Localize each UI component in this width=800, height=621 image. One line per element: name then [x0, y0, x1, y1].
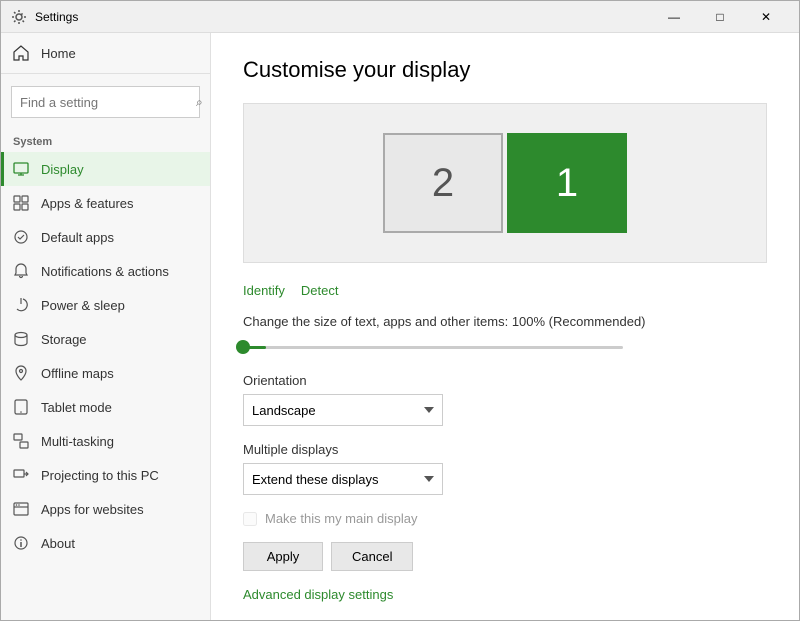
main-display-checkbox[interactable]: [243, 512, 257, 526]
multiple-displays-label: Multiple displays: [243, 442, 767, 457]
apply-button[interactable]: Apply: [243, 542, 323, 571]
content-area: Home ⌕ System Display: [1, 33, 799, 620]
sidebar-power-label: Power & sleep: [41, 298, 125, 313]
orientation-select[interactable]: Landscape Portrait Landscape (flipped) P…: [243, 394, 443, 426]
search-box[interactable]: ⌕: [11, 86, 200, 118]
sidebar-multitasking-label: Multi-tasking: [41, 434, 114, 449]
home-label: Home: [41, 46, 76, 61]
sidebar-projecting-label: Projecting to this PC: [41, 468, 159, 483]
display-icon: [13, 161, 29, 177]
orientation-setting: Orientation Landscape Portrait Landscape…: [243, 373, 767, 426]
orientation-label: Orientation: [243, 373, 767, 388]
offline-maps-icon: [13, 365, 29, 381]
sidebar-item-default-apps[interactable]: Default apps: [1, 220, 210, 254]
scale-label: Change the size of text, apps and other …: [243, 314, 767, 329]
maximize-button[interactable]: □: [697, 1, 743, 33]
sidebar-item-tablet-mode[interactable]: Tablet mode: [1, 390, 210, 424]
sidebar-item-power-sleep[interactable]: Power & sleep: [1, 288, 210, 322]
sidebar-storage-label: Storage: [41, 332, 87, 347]
sidebar-item-about[interactable]: About: [1, 526, 210, 560]
tablet-mode-icon: [13, 399, 29, 415]
sidebar-item-offline-maps[interactable]: Offline maps: [1, 356, 210, 390]
sidebar-apps-features-label: Apps & features: [41, 196, 134, 211]
sidebar-item-projecting[interactable]: Projecting to this PC: [1, 458, 210, 492]
sidebar-about-label: About: [41, 536, 75, 551]
sidebar-item-apps-websites[interactable]: Apps for websites: [1, 492, 210, 526]
minimize-button[interactable]: —: [651, 1, 697, 33]
page-title: Customise your display: [243, 57, 767, 83]
notifications-icon: [13, 263, 29, 279]
home-icon: [13, 45, 29, 61]
sidebar-display-label: Display: [41, 162, 84, 177]
storage-icon: [13, 331, 29, 347]
default-apps-icon: [13, 229, 29, 245]
main-display-row: Make this my main display: [243, 511, 767, 526]
advanced-display-settings-link[interactable]: Advanced display settings: [243, 587, 393, 602]
sidebar: Home ⌕ System Display: [1, 33, 211, 620]
slider-track: [243, 346, 623, 349]
multitasking-icon: [13, 433, 29, 449]
sidebar-item-display[interactable]: Display: [1, 152, 210, 186]
scale-slider[interactable]: [243, 337, 623, 357]
main-display-label: Make this my main display: [265, 511, 417, 526]
sidebar-offline-maps-label: Offline maps: [41, 366, 114, 381]
sidebar-item-multitasking[interactable]: Multi-tasking: [1, 424, 210, 458]
sidebar-default-apps-label: Default apps: [41, 230, 114, 245]
search-input[interactable]: [20, 95, 196, 110]
cancel-button[interactable]: Cancel: [331, 542, 413, 571]
scale-setting: Change the size of text, apps and other …: [243, 314, 767, 357]
sidebar-item-storage[interactable]: Storage: [1, 322, 210, 356]
display-preview: 2 1: [243, 103, 767, 263]
power-sleep-icon: [13, 297, 29, 313]
settings-window: Settings — □ ✕ Home ⌕: [0, 0, 800, 621]
multiple-displays-setting: Multiple displays Extend these displays …: [243, 442, 767, 495]
title-bar: Settings — □ ✕: [1, 1, 799, 33]
monitor-2[interactable]: 2: [383, 133, 503, 233]
window-controls: — □ ✕: [651, 1, 789, 33]
about-icon: [13, 535, 29, 551]
apps-websites-icon: [13, 501, 29, 517]
sidebar-notifications-label: Notifications & actions: [41, 264, 169, 279]
main-content: Customise your display 2 1 Identify Dete…: [211, 33, 799, 620]
sidebar-item-notifications[interactable]: Notifications & actions: [1, 254, 210, 288]
multiple-displays-select[interactable]: Extend these displays Duplicate these di…: [243, 463, 443, 495]
apps-features-icon: [13, 195, 29, 211]
display-links: Identify Detect: [243, 283, 767, 298]
sidebar-tablet-label: Tablet mode: [41, 400, 112, 415]
identify-link[interactable]: Identify: [243, 283, 285, 298]
detect-link[interactable]: Detect: [301, 283, 339, 298]
sidebar-item-home[interactable]: Home: [1, 33, 210, 74]
close-button[interactable]: ✕: [743, 1, 789, 33]
search-icon: ⌕: [196, 95, 203, 110]
slider-thumb[interactable]: [236, 340, 250, 354]
sidebar-apps-websites-label: Apps for websites: [41, 502, 144, 517]
window-title: Settings: [35, 10, 651, 24]
sidebar-item-apps-features[interactable]: Apps & features: [1, 186, 210, 220]
sidebar-section-label: System: [1, 126, 210, 152]
action-buttons: Apply Cancel: [243, 542, 767, 571]
monitor-1[interactable]: 1: [507, 133, 627, 233]
settings-app-icon: [11, 9, 27, 25]
projecting-icon: [13, 467, 29, 483]
